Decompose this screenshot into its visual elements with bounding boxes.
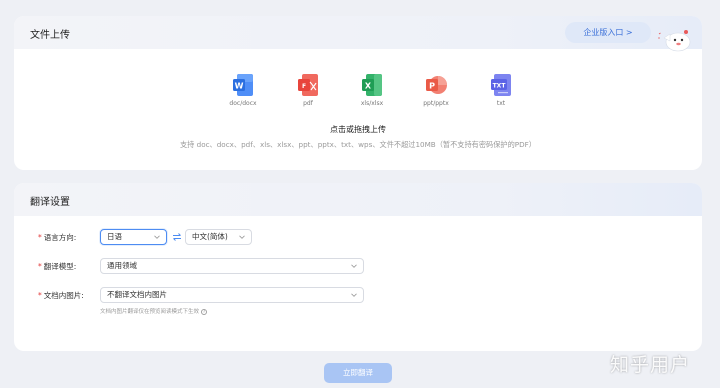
- document-images-label: * 文档内图片:: [38, 291, 84, 300]
- format-label-pdf: pdf: [303, 100, 313, 107]
- source-language-value: 日语: [107, 232, 122, 241]
- upload-dropzone-label[interactable]: 点击或拖拽上传: [14, 124, 702, 135]
- translate-now-button[interactable]: 立即翻译: [324, 363, 392, 383]
- info-icon[interactable]: ?: [201, 308, 208, 315]
- translation-settings-card: 翻译设置 * 语言方向: 日语 中文(简体) * 翻译模型: 通用领域 * 文档内图片…: [14, 183, 702, 351]
- svg-text:X: X: [365, 82, 372, 91]
- format-item-doc: W doc/docx: [218, 73, 268, 107]
- language-direction-label: * 语言方向:: [38, 233, 77, 242]
- txt-icon: TXT: [491, 74, 511, 96]
- settings-card-header: 翻译设置: [14, 183, 702, 216]
- translation-model-row: * 翻译模型: 通用领域: [38, 258, 698, 274]
- supported-format-list: W doc/docx F pdf X xls/xlsx P ppt/pptx T…: [14, 73, 702, 117]
- chevron-down-icon: [239, 235, 245, 239]
- document-images-note: 文档内图片翻译仅在预览阅读模式下生效?: [100, 307, 208, 315]
- target-language-value: 中文(简体): [192, 232, 228, 241]
- svg-text:P: P: [429, 82, 435, 91]
- upload-card: 文件上传 企业版入口 > W doc/docx F pdf X xls/xlsx…: [14, 16, 702, 170]
- powerpoint-icon: P: [426, 76, 447, 94]
- mascot-icon: [658, 30, 691, 52]
- chevron-down-icon: [351, 264, 357, 268]
- upload-hint: 支持 doc、docx、pdf、xls、xlsx、ppt、pptx、txt、wp…: [179, 140, 536, 149]
- language-direction-row: * 语言方向: 日语 中文(简体): [38, 229, 698, 245]
- format-label-txt: txt: [496, 100, 506, 107]
- document-images-row: * 文档内图片: 不翻译文档内图片: [38, 287, 698, 303]
- translation-model-label: * 翻译模型:: [38, 262, 77, 271]
- target-language-select[interactable]: 中文(简体): [185, 229, 252, 245]
- format-label-doc: doc/docx: [229, 100, 257, 107]
- svg-text:TXT: TXT: [493, 83, 507, 90]
- word-icon: W: [233, 74, 253, 96]
- document-images-value: 不翻译文档内图片: [107, 290, 167, 299]
- swap-language-icon[interactable]: [172, 232, 182, 242]
- source-language-select[interactable]: 日语: [100, 229, 167, 245]
- format-label-xls: xls/xlsx: [360, 100, 384, 107]
- excel-icon: X: [362, 74, 382, 96]
- format-item-ppt: P ppt/pptx: [411, 73, 461, 107]
- watermark: 知乎用户: [610, 354, 691, 376]
- upload-title: 文件上传: [30, 30, 70, 41]
- format-item-xls: X xls/xlsx: [347, 73, 397, 107]
- format-item-pdf: F pdf: [283, 73, 333, 107]
- svg-text:W: W: [235, 82, 244, 91]
- format-label-ppt: ppt/pptx: [423, 100, 449, 107]
- translation-model-select[interactable]: 通用领域: [100, 258, 364, 274]
- enterprise-entry-button[interactable]: 企业版入口 >: [565, 22, 651, 43]
- upload-card-header: 文件上传 企业版入口 >: [14, 16, 702, 52]
- chevron-down-icon: [351, 293, 357, 297]
- settings-title: 翻译设置: [30, 197, 70, 208]
- document-images-note-text: 文档内图片翻译仅在预览阅读模式下生效: [100, 309, 200, 315]
- chevron-down-icon: [154, 235, 160, 239]
- svg-text:F: F: [302, 83, 306, 90]
- format-item-txt: TXT txt: [476, 73, 526, 107]
- translation-model-value: 通用领域: [107, 261, 137, 270]
- document-images-select[interactable]: 不翻译文档内图片: [100, 287, 364, 303]
- pdf-icon: F: [298, 74, 318, 96]
